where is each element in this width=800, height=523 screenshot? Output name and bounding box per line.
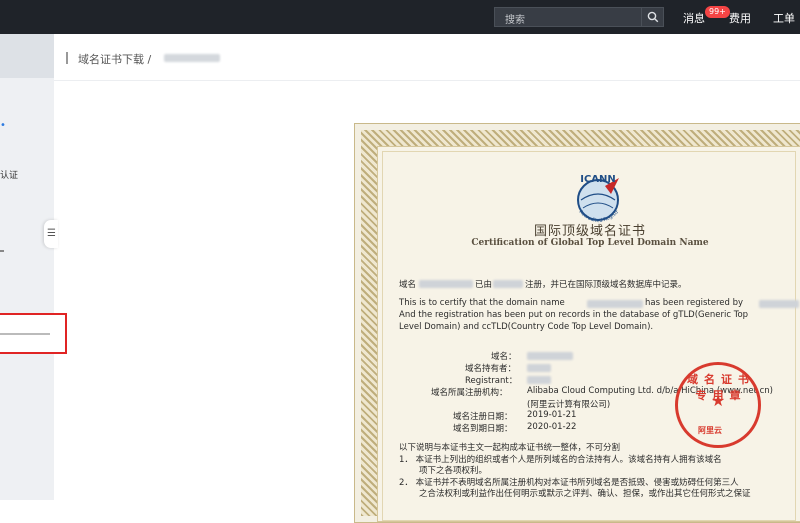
field-registrant-label: Registrant： xyxy=(465,376,518,386)
search-icon xyxy=(647,11,659,23)
header-divider xyxy=(54,80,800,81)
svg-text:ICANN: ICANN xyxy=(580,174,616,185)
star-icon: ★ xyxy=(711,391,726,410)
redacted-domain xyxy=(419,280,473,288)
registrar-seal-stamp: 域名证书专用章 ★ 阿里云 xyxy=(675,362,761,448)
registrar-cn: (阿里云计算有限公司) xyxy=(527,400,611,410)
redacted-registrant-en xyxy=(759,300,799,308)
sidebar-marker: • xyxy=(0,120,6,131)
field-exp-date-label: 域名到期日期： xyxy=(453,424,513,434)
search-input[interactable]: 搜索 xyxy=(505,11,525,26)
exp-date-value: 2020-01-22 xyxy=(527,422,577,432)
sidebar: • 认证 xyxy=(0,34,67,500)
cn-intro-prefix: 域名 xyxy=(399,280,417,290)
redacted-field-registrant xyxy=(527,376,551,384)
sidebar-item-highlighted[interactable] xyxy=(0,313,67,354)
note1-line2: 项下之各项权利。 xyxy=(419,466,488,476)
certificate-title-cn: 国际顶级域名证书 xyxy=(533,224,646,239)
redacted-domain-en xyxy=(587,300,643,308)
ticket-link[interactable]: 工单 xyxy=(773,10,795,26)
certificate-title-en: Certification of Global Top Level Domain… xyxy=(471,238,709,248)
breadcrumb-accent-bar xyxy=(66,52,68,64)
domain-certificate-image: ICANN Accredited Registrar 国际顶级域名证书 Cert… xyxy=(354,123,800,523)
en-line1-suffix: has been registered by xyxy=(645,298,744,308)
sidebar-collapse-button[interactable]: ☰ xyxy=(44,220,58,248)
note-intro: 以下说明与本证书主文一起构成本证书统一整体，不可分割 xyxy=(399,443,621,453)
sidebar-item-label[interactable]: 认证 xyxy=(0,168,18,181)
redacted-holder xyxy=(493,280,523,288)
sidebar-item-placeholder xyxy=(0,333,50,335)
cn-intro-suffix: 注册，并已在国际顶级域名数据库中记录。 xyxy=(525,280,687,290)
sidebar-divider xyxy=(0,250,4,252)
search-button[interactable] xyxy=(641,8,663,26)
sidebar-active-item[interactable] xyxy=(0,34,54,78)
reg-date-value: 2019-01-21 xyxy=(527,410,577,420)
billing-link[interactable]: 费用 xyxy=(729,10,751,26)
search-box[interactable]: 搜索 xyxy=(494,7,664,27)
field-reg-date-label: 域名注册日期： xyxy=(453,412,513,422)
cn-intro-mid: 已由 xyxy=(475,280,493,290)
list-collapse-icon: ☰ xyxy=(47,228,56,239)
field-domain-label: 域名： xyxy=(491,352,517,362)
en-line3: Level Domain) and ccTLD(Country Code Top… xyxy=(399,322,654,332)
redacted-field-holder xyxy=(527,364,551,372)
field-holder-label: 域名持有者： xyxy=(465,364,517,374)
field-registrar-label: 域名所属注册机构： xyxy=(431,388,508,398)
messages-count-badge: 99+ xyxy=(705,6,730,18)
top-nav-bar: 搜索 消息 99+ 费用 工单 xyxy=(0,0,800,34)
en-line2: And the registration has been put on rec… xyxy=(399,310,749,320)
breadcrumb-link[interactable]: 域名证书下载 / xyxy=(78,51,151,67)
redacted-field-domain xyxy=(527,352,573,360)
en-line1-prefix: This is to certify that the domain name xyxy=(399,298,565,308)
breadcrumb-redacted-domain xyxy=(164,54,220,62)
messages-link[interactable]: 消息 xyxy=(683,10,705,26)
note2-line2: 之合法权利或利益作出任何明示或默示之评判、确认、担保，或作出其它任何形式之保证 xyxy=(419,489,751,499)
